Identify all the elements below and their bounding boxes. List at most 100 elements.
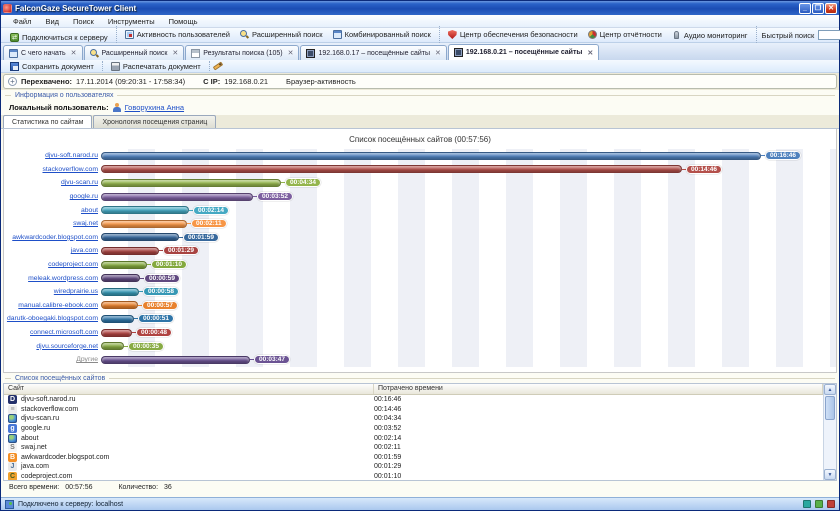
expander-icon[interactable]: +: [8, 77, 17, 86]
connection-icon: [5, 500, 14, 509]
scroll-thumb[interactable]: [825, 396, 835, 420]
document-tab[interactable]: С чего начать✕: [3, 45, 83, 60]
save-document-button[interactable]: Сохранить документ: [5, 61, 99, 72]
toolbar-button[interactable]: ⇄Подключиться к серверу: [5, 32, 113, 43]
table-scrollbar[interactable]: ▲ ▼: [823, 384, 836, 480]
table-row[interactable]: Sswaj.net00:02:11: [4, 443, 823, 453]
chart-site-link[interactable]: java.com: [4, 247, 101, 254]
chart-bar[interactable]: [101, 356, 250, 364]
chart-bar[interactable]: [101, 193, 253, 201]
chart-site-link[interactable]: darutk-oboegaki.blogspot.com: [4, 315, 101, 322]
chart-site-link[interactable]: djvu-soft.narod.ru: [4, 152, 101, 159]
toolbar-button[interactable]: Активность пользователей: [120, 29, 235, 40]
chart-site-link[interactable]: swaj.net: [4, 220, 101, 227]
chart-bar[interactable]: [101, 315, 134, 323]
toolbar-button-label: Аудио мониторинг: [684, 31, 748, 40]
chart-site-link[interactable]: Другие: [4, 356, 101, 363]
document-tab[interactable]: 192.168.0.21 – посещённые сайты✕: [448, 44, 599, 60]
document-tab[interactable]: Результаты поиска (105)✕: [185, 45, 299, 60]
chart-site-link[interactable]: codeproject.com: [4, 261, 101, 268]
site-favicon-globe-icon: [8, 414, 17, 423]
tab-close-icon[interactable]: ✕: [71, 49, 77, 57]
column-site[interactable]: Сайт: [4, 384, 374, 394]
status-indicator-red-icon[interactable]: [827, 500, 835, 508]
toolbar-separator: [756, 26, 757, 43]
table-row[interactable]: ggoogle.ru00:03:52: [4, 424, 823, 434]
table-row[interactable]: ≡stackoverflow.com00:14:46: [4, 405, 823, 415]
view-tab[interactable]: Хронология посещения страниц: [93, 115, 216, 128]
column-time[interactable]: Потрачено времени: [374, 384, 823, 394]
chart-site-link[interactable]: meleak.wordpress.com: [4, 275, 101, 282]
chart-bar[interactable]: [101, 179, 281, 187]
chart-plot-area: 00:00:59: [101, 271, 836, 285]
chart-site-link[interactable]: about: [4, 207, 101, 214]
status-indicator-green-icon[interactable]: [815, 500, 823, 508]
menu-item[interactable]: Поиск: [67, 16, 100, 27]
chart-bar[interactable]: [101, 165, 682, 173]
chart-site-link[interactable]: connect.microsoft.com: [4, 329, 101, 336]
chart-row: stackoverflow.com00:14:46: [4, 163, 836, 177]
scroll-down-icon[interactable]: ▼: [824, 469, 836, 480]
chart-plot-area: 00:03:47: [101, 353, 836, 367]
chart-bar[interactable]: [101, 247, 159, 255]
chart-plot-area: 00:14:46: [101, 163, 836, 177]
tab-close-icon[interactable]: ✕: [172, 49, 178, 57]
menu-item[interactable]: Файл: [7, 16, 37, 27]
minimize-button[interactable]: _: [799, 3, 811, 14]
chart-plot-area: 00:00:35: [101, 339, 836, 353]
table-row[interactable]: Jjava.com00:01:29: [4, 462, 823, 472]
chart-row: darutk-oboegaki.blogspot.com00:00:51: [4, 312, 836, 326]
chart-bar[interactable]: [101, 206, 189, 214]
chart-site-link[interactable]: manual.calibre-ebook.com: [4, 302, 101, 309]
chart-bar[interactable]: [101, 233, 179, 241]
scroll-up-icon[interactable]: ▲: [824, 384, 836, 395]
user-link[interactable]: Говорухина Анна: [125, 103, 184, 112]
restore-button[interactable]: ❐: [812, 3, 824, 14]
status-bar: Подключено к серверу: localhost: [1, 497, 839, 510]
table-section-header: Список посещённых сайтов: [1, 373, 839, 383]
chart-site-link[interactable]: stackoverflow.com: [4, 166, 101, 173]
menu-item[interactable]: Помощь: [163, 16, 204, 27]
quick-search-input[interactable]: [818, 30, 840, 40]
table-row[interactable]: djvu-scan.ru00:04:34: [4, 414, 823, 424]
chart-site-link[interactable]: djvu.sourceforge.net: [4, 343, 101, 350]
table-row[interactable]: about00:02:14: [4, 433, 823, 443]
chart-bar[interactable]: [101, 152, 761, 160]
site-favicon-globe-icon: [8, 434, 17, 443]
tab-close-icon[interactable]: ✕: [435, 49, 441, 57]
chart-site-link[interactable]: djvu-scan.ru: [4, 179, 101, 186]
chart-bar[interactable]: [101, 261, 147, 269]
close-button[interactable]: ✕: [825, 3, 837, 14]
site-favicon-icon: g: [8, 424, 17, 433]
tab-close-icon[interactable]: ✕: [288, 49, 294, 57]
status-indicator-teal-icon[interactable]: [803, 500, 811, 508]
chart-bar[interactable]: [101, 274, 140, 282]
site-name: awkwardcoder.blogspot.com: [21, 454, 109, 461]
menu-item[interactable]: Вид: [39, 16, 65, 27]
toolbar-button[interactable]: Комбинированный поиск: [328, 29, 436, 40]
toolbar-button[interactable]: Расширенный поиск: [235, 29, 328, 40]
chart-bar[interactable]: [101, 220, 187, 228]
pencil-icon[interactable]: [212, 61, 222, 70]
tab-close-icon[interactable]: ✕: [587, 49, 593, 57]
print-document-button[interactable]: Распечатать документ: [106, 61, 206, 72]
toolbar-button[interactable]: Центр обеспечения безопасности: [443, 29, 583, 40]
chart-site-link[interactable]: awkwardcoder.blogspot.com: [4, 234, 101, 241]
document-tab[interactable]: 192.168.0.17 – посещённые сайты✕: [300, 45, 446, 60]
chart-bar[interactable]: [101, 301, 138, 309]
table-row[interactable]: Bawkwardcoder.blogspot.com00:01:59: [4, 453, 823, 463]
table-row[interactable]: Ccodeproject.com00:01:10: [4, 472, 823, 480]
menu-item[interactable]: Инструменты: [102, 16, 161, 27]
user-info-caption: Информация о пользователях: [15, 92, 113, 99]
toolbar-button[interactable]: Аудио мониторинг: [667, 30, 753, 41]
site-cell: Bawkwardcoder.blogspot.com: [4, 453, 374, 462]
chart-site-link[interactable]: wiredprairie.us: [4, 288, 101, 295]
chart-site-link[interactable]: google.ru: [4, 193, 101, 200]
table-row[interactable]: Ddjvu-soft.narod.ru00:16:46: [4, 395, 823, 405]
document-tab[interactable]: Расширенный поиск✕: [84, 45, 185, 60]
toolbar-button[interactable]: Центр отчётности: [583, 29, 667, 40]
chart-bar[interactable]: [101, 288, 139, 296]
chart-bar[interactable]: [101, 342, 124, 350]
chart-bar[interactable]: [101, 329, 132, 337]
view-tab[interactable]: Статистика по сайтам: [3, 115, 92, 128]
